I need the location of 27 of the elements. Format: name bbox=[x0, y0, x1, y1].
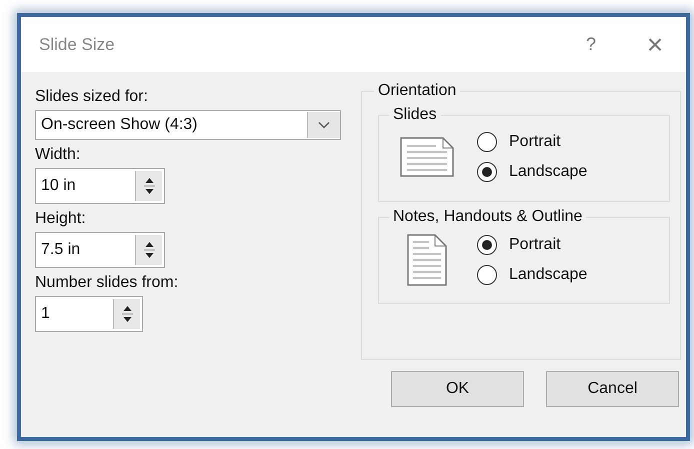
radio-option[interactable]: Landscape bbox=[477, 162, 588, 182]
radio-button[interactable] bbox=[477, 265, 497, 285]
close-button[interactable]: × bbox=[632, 24, 678, 64]
radio-option[interactable]: Portrait bbox=[477, 132, 588, 152]
radio-option[interactable]: Portrait bbox=[477, 235, 588, 255]
radio-button[interactable] bbox=[477, 162, 497, 182]
field-label: Slides sized for: bbox=[35, 88, 149, 106]
cancel-button[interactable]: Cancel bbox=[546, 371, 679, 407]
field-label: Height: bbox=[35, 210, 87, 228]
spin-field[interactable]: 7.5 in bbox=[35, 232, 165, 268]
group-title: Orientation bbox=[377, 82, 458, 100]
ok-button[interactable]: OK bbox=[391, 371, 524, 407]
landscape-page-icon bbox=[400, 137, 454, 177]
help-button[interactable]: ? bbox=[568, 24, 614, 64]
group-title: Notes, Handouts & Outline bbox=[392, 208, 584, 226]
chevron-down-icon bbox=[318, 121, 330, 129]
radio-button[interactable] bbox=[477, 132, 497, 152]
portrait-page-icon bbox=[407, 234, 447, 286]
group-title: Slides bbox=[392, 106, 438, 124]
spin-field[interactable]: 10 in bbox=[35, 168, 165, 204]
radio-option[interactable]: Landscape bbox=[477, 265, 588, 285]
radio-button[interactable] bbox=[477, 235, 497, 255]
field-label: Width: bbox=[35, 146, 82, 164]
field-label: Number slides from: bbox=[35, 274, 180, 292]
spin-field[interactable]: 1 bbox=[35, 296, 143, 332]
window-title: Slide Size bbox=[39, 34, 116, 54]
slide-size-dropdown[interactable]: On-screen Show (4:3) bbox=[35, 110, 341, 140]
